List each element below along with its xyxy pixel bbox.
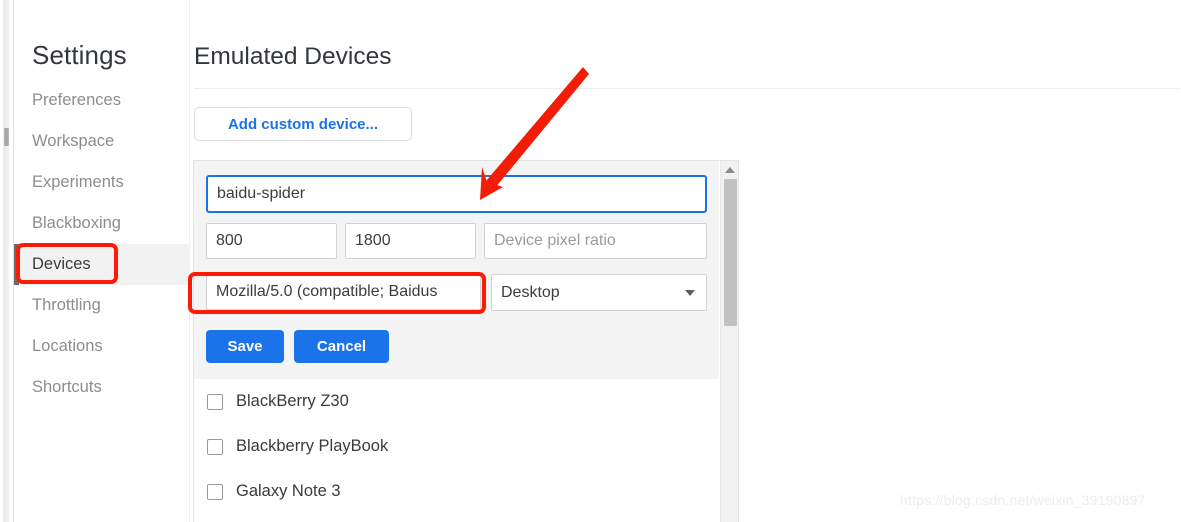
device-editor-form: Desktop Save Cancel <box>194 161 719 379</box>
sidebar-item-label: Locations <box>32 337 103 355</box>
settings-title: Settings <box>32 40 127 70</box>
cancel-button[interactable]: Cancel <box>294 330 389 363</box>
panel-resize-gutter[interactable] <box>0 0 14 522</box>
user-agent-type-select[interactable]: Desktop <box>491 274 707 311</box>
device-label: Blackberry PlayBook <box>236 437 389 455</box>
list-item[interactable]: BlackBerry Z30 <box>194 379 719 424</box>
device-width-input[interactable] <box>206 223 337 259</box>
sidebar-item-throttling[interactable]: Throttling <box>14 285 190 326</box>
sidebar-item-preferences[interactable]: Preferences <box>14 80 190 121</box>
list-item[interactable]: Blackberry PlayBook <box>194 424 719 469</box>
sidebar-item-label: Blackboxing <box>32 214 121 232</box>
user-agent-string-input[interactable] <box>206 274 481 310</box>
device-name-input[interactable] <box>206 175 707 213</box>
scroll-up-arrow-icon[interactable] <box>725 167 735 173</box>
device-checkbox[interactable] <box>207 393 223 410</box>
sidebar-item-label: Experiments <box>32 173 124 191</box>
sidebar-item-blackboxing[interactable]: Blackboxing <box>14 203 190 244</box>
device-checkbox[interactable] <box>207 438 223 455</box>
user-agent-type-value: Desktop <box>501 284 560 301</box>
add-custom-device-button[interactable]: Add custom device... <box>194 107 412 141</box>
sidebar-item-locations[interactable]: Locations <box>14 326 190 367</box>
page-title: Emulated Devices <box>194 43 392 70</box>
settings-sidebar: Settings Preferences Workspace Experimen… <box>14 0 190 522</box>
device-pixel-ratio-input[interactable] <box>484 223 707 259</box>
sidebar-item-shortcuts[interactable]: Shortcuts <box>14 367 190 408</box>
list-item[interactable]: Galaxy Note 3 <box>194 469 719 514</box>
scrollbar-thumb[interactable] <box>724 179 737 326</box>
watermark-text: https://blog.csdn.net/weixin_39190897 <box>900 492 1146 508</box>
device-label: BlackBerry Z30 <box>236 392 349 410</box>
title-divider <box>194 88 1180 89</box>
sidebar-item-label: Shortcuts <box>32 378 102 396</box>
sidebar-item-label: Workspace <box>32 132 115 150</box>
devtools-settings-screen: Settings Preferences Workspace Experimen… <box>0 0 1181 522</box>
device-list: BlackBerry Z30 Blackberry PlayBook Galax… <box>194 379 719 514</box>
settings-nav-list: Preferences Workspace Experiments Blackb… <box>14 80 190 408</box>
device-list-scrollbar[interactable] <box>720 161 738 522</box>
sidebar-item-devices[interactable]: Devices <box>14 244 190 285</box>
device-label: Galaxy Note 3 <box>236 482 341 500</box>
sidebar-item-label: Devices <box>32 255 91 273</box>
device-checkbox[interactable] <box>207 483 223 500</box>
sidebar-item-experiments[interactable]: Experiments <box>14 162 190 203</box>
devices-container: Desktop Save Cancel BlackBerry Z30 Black… <box>193 160 739 522</box>
chevron-down-icon <box>685 290 695 296</box>
sidebar-item-label: Preferences <box>32 91 121 109</box>
sidebar-item-workspace[interactable]: Workspace <box>14 121 190 162</box>
device-height-input[interactable] <box>345 223 476 259</box>
save-button[interactable]: Save <box>206 330 284 363</box>
drag-handle-nub[interactable] <box>4 128 9 146</box>
emulated-devices-panel: Emulated Devices Add custom device... De… <box>191 0 1181 522</box>
sidebar-item-label: Throttling <box>32 296 101 314</box>
